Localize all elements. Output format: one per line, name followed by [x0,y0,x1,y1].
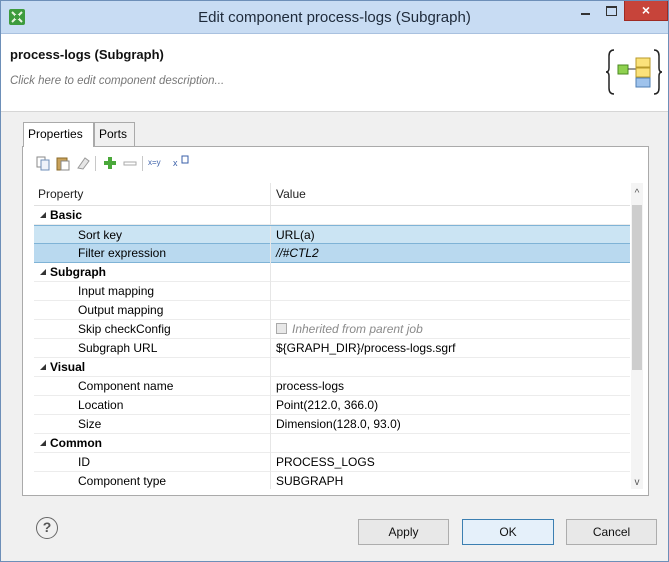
table-row[interactable]: Subgraph URL ${GRAPH_DIR}/process-logs.s… [34,339,630,358]
column-divider [270,320,271,339]
table-row[interactable]: Filter expression //#CTL2 [34,244,630,263]
component-description-field[interactable]: Click here to edit component description… [10,75,224,87]
column-divider [270,415,271,434]
table-header: Property Value [34,183,630,206]
properties-table: Property Value Basic Sort key URL(a) Fil… [34,183,643,489]
property-value[interactable]: SUBGRAPH [276,472,343,489]
clear-icon[interactable] [75,155,91,171]
column-divider [270,472,271,489]
table-row[interactable]: Skip checkConfig Inherited from parent j… [34,320,630,339]
property-name: Location [78,398,124,412]
property-value[interactable]: PROCESS_LOGS [276,453,375,471]
property-name: Filter expression [78,246,167,260]
title-bar[interactable]: Edit component process-logs (Subgraph) × [1,1,668,34]
table-row[interactable]: Location Point(212.0, 366.0) [34,396,630,415]
category-row-subgraph[interactable]: Subgraph [34,263,630,282]
property-name: Output mapping [78,303,164,317]
checkbox[interactable] [276,323,287,334]
table-row[interactable]: Component type SUBGRAPH [34,472,630,489]
subgraph-graphic-icon [605,44,663,100]
expand-triangle-icon[interactable] [40,212,46,218]
minimize-icon [581,13,590,15]
property-name: Skip checkConfig [78,322,171,336]
category-label: Basic [50,208,83,222]
table-row[interactable]: Size Dimension(128.0, 93.0) [34,415,630,434]
toolbar-separator [142,156,143,171]
copy-icon[interactable] [35,155,51,171]
category-label: Common [50,436,102,450]
property-name: Size [78,417,102,431]
column-divider [270,377,271,396]
category-label: Subgraph [50,265,106,279]
dialog-window: Edit component process-logs (Subgraph) ×… [0,0,669,562]
window-title: Edit component process-logs (Subgraph) [198,9,471,26]
component-header: process-logs (Subgraph) Click here to ed… [1,34,668,112]
column-divider [270,396,271,415]
add-icon[interactable] [102,155,118,171]
property-value[interactable]: Dimension(128.0, 93.0) [276,415,401,433]
scroll-up-arrow-icon[interactable]: ^ [631,188,643,200]
property-name: Subgraph URL [78,341,158,355]
scroll-down-arrow-icon[interactable]: v [631,477,643,489]
property-name: Component type [78,474,167,488]
property-name: Input mapping [78,284,155,298]
expand-triangle-icon[interactable] [40,440,46,446]
column-divider [270,244,271,263]
table-row[interactable]: Component name process-logs [34,377,630,396]
apply-button[interactable]: Apply [358,519,449,545]
column-header-property[interactable]: Property [38,183,83,205]
property-value[interactable]: URL(a) [276,226,315,244]
vertical-scrollbar[interactable]: ^ v [631,183,643,489]
expand-triangle-icon[interactable] [40,364,46,370]
category-row-basic[interactable]: Basic [34,206,630,225]
ok-button[interactable]: OK [462,519,554,545]
category-label: Visual [50,360,86,374]
scroll-thumb[interactable] [632,205,642,370]
property-name: ID [78,455,90,469]
column-divider [270,282,271,301]
tab-ports[interactable]: Ports [94,122,135,146]
property-name: Sort key [78,228,123,242]
property-value[interactable]: Inherited from parent job [276,320,423,338]
minimize-button[interactable] [572,1,598,21]
column-divider [270,226,271,245]
column-divider [270,434,271,453]
column-divider [270,183,271,205]
category-row-common[interactable]: Common [34,434,630,453]
component-title: process-logs (Subgraph) [10,47,164,62]
edit-expression-icon[interactable]: x [173,155,191,171]
table-row[interactable]: ID PROCESS_LOGS [34,453,630,472]
paste-icon[interactable] [55,155,71,171]
expand-triangle-icon[interactable] [40,269,46,275]
table-row[interactable]: Sort key URL(a) [34,225,630,245]
column-divider [270,301,271,320]
column-header-value[interactable]: Value [276,183,306,205]
properties-panel: x=y x Property Value Basic Sort key URL(… [22,146,649,496]
table-row[interactable]: Input mapping [34,282,630,301]
close-button[interactable]: × [624,1,668,21]
toolbar-separator [95,156,96,171]
column-divider [270,339,271,358]
property-name: Component name [78,379,174,393]
property-value[interactable]: //#CTL2 [276,244,319,262]
inherited-label: Inherited from parent job [292,322,423,336]
column-divider [270,206,271,225]
maximize-icon [606,6,617,16]
table-row[interactable]: Output mapping [34,301,630,320]
property-value[interactable]: Point(212.0, 366.0) [276,396,378,414]
assign-xy-icon[interactable]: x=y [148,155,170,171]
property-value[interactable]: process-logs [276,377,344,395]
column-divider [270,263,271,282]
column-divider [270,358,271,377]
cancel-button[interactable]: Cancel [566,519,657,545]
category-row-visual[interactable]: Visual [34,358,630,377]
column-divider [270,453,271,472]
maximize-button[interactable] [598,1,624,21]
edit-expression-label: x [173,158,178,168]
remove-icon[interactable] [122,155,138,171]
tab-properties[interactable]: Properties [23,122,94,147]
help-button[interactable]: ? [36,517,58,539]
property-value[interactable]: ${GRAPH_DIR}/process-logs.sgrf [276,339,455,357]
